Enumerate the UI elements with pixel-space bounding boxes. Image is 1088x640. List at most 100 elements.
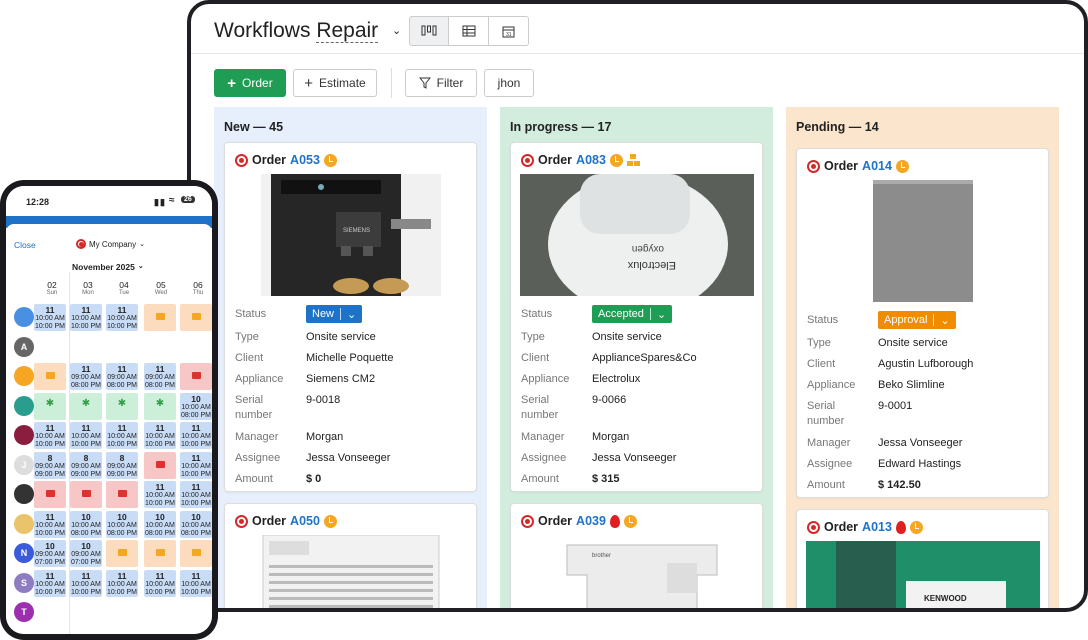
order-id-link[interactable]: A039 [576, 514, 606, 528]
shift-cell[interactable]: 11 10:00 AM 10:00 PM [180, 569, 212, 597]
order-id-link[interactable]: A083 [576, 153, 606, 167]
time-off-cell[interactable] [144, 540, 176, 567]
shift-cell[interactable]: 11 10:00 AM 10:00 PM [180, 451, 212, 479]
order-id-link[interactable]: A014 [862, 159, 892, 173]
order-id-link[interactable]: A053 [290, 153, 320, 167]
target-icon [807, 520, 820, 534]
user-avatar[interactable] [14, 307, 34, 327]
shift-cell[interactable]: 11 10:00 AM 10:00 PM [34, 304, 66, 331]
chevron-down-icon: ⌄ [137, 263, 144, 270]
shift-cell[interactable]: 11 10:00 AM 10:00 PM [144, 481, 176, 508]
user-filter-chip[interactable]: jhon [484, 69, 534, 97]
time-off-cell[interactable] [144, 304, 176, 331]
sick-leave-cell[interactable] [34, 481, 66, 508]
sick-leave-cell[interactable] [70, 481, 102, 508]
holiday-cell[interactable]: ✱ [144, 392, 176, 420]
add-estimate-button[interactable]: + Estimate [293, 69, 377, 97]
serial-label-2: number [807, 415, 845, 427]
close-button[interactable]: Close [14, 240, 36, 250]
time-off-cell[interactable] [180, 304, 212, 331]
order-card[interactable]: Order A050 [224, 503, 477, 608]
shift-cell[interactable]: 10 10:00 AM 08:00 PM [180, 392, 212, 420]
shift-cell[interactable]: 8 09:00 AM 09:00 PM [106, 451, 138, 479]
shift-cell[interactable]: 10 09:00 AM 07:00 PM [34, 540, 66, 567]
user-avatar[interactable]: A [14, 336, 34, 357]
order-id-link[interactable]: A013 [862, 520, 892, 534]
month-selector[interactable]: November 2025 ⌄ [72, 262, 144, 272]
user-avatar[interactable] [14, 484, 34, 504]
time-off-cell[interactable] [106, 540, 138, 567]
board-selector[interactable]: Repair [316, 19, 379, 43]
shift-cell[interactable]: 11 10:00 AM 10:00 PM [144, 569, 176, 597]
shift-cell[interactable]: 11 10:00 AM 10:00 PM [106, 569, 138, 597]
order-card[interactable]: Order A013 KENWOOD [796, 509, 1049, 608]
sick-leave-cell[interactable] [144, 451, 176, 479]
medical-kit-icon [45, 490, 55, 497]
filter-button[interactable]: Filter [405, 69, 477, 97]
order-card[interactable]: Order A083 oxygen Electrolux Status Acce… [510, 142, 763, 492]
shift-cell[interactable]: 10 10:00 AM 08:00 PM [106, 510, 138, 538]
page-title[interactable]: Workflows Repair ⌄ [214, 19, 401, 43]
user-avatar[interactable] [14, 395, 34, 416]
user-avatar[interactable]: T [14, 602, 34, 622]
shift-cell[interactable]: 10 10:00 AM 08:00 PM [144, 510, 176, 538]
time-off-cell[interactable] [180, 540, 212, 567]
shift-cell[interactable]: 8 09:00 AM 09:00 PM [70, 451, 102, 479]
suitcase-icon [45, 372, 55, 379]
shift-cell[interactable]: 11 09:00 AM 08:00 PM [144, 363, 176, 390]
company-selector[interactable]: My Company ⌄ [76, 239, 145, 249]
product-brand-text: KENWOOD [924, 594, 967, 603]
shift-cell[interactable]: 10 10:00 AM 08:00 PM [70, 510, 102, 538]
shift-cell[interactable]: 11 10:00 AM 10:00 PM [70, 569, 102, 597]
shift-cell[interactable]: 11 10:00 AM 10:00 PM [70, 304, 102, 331]
shift-cell[interactable]: 11 10:00 AM 10:00 PM [34, 510, 66, 538]
shift-cell[interactable]: 10 09:00 AM 07:00 PM [70, 540, 102, 567]
schedule-sheet: Close My Company ⌄ November 2025 ⌄ 02 Sun… [6, 224, 212, 634]
holiday-cell[interactable]: ✱ [34, 392, 66, 420]
shift-cell[interactable]: 11 09:00 AM 08:00 PM [106, 363, 138, 390]
manager-value: Morgan [592, 431, 630, 443]
appliance-image [873, 180, 973, 302]
user-avatar[interactable]: N [14, 543, 34, 563]
user-avatar[interactable] [14, 425, 34, 445]
shift-cell[interactable]: 11 10:00 AM 10:00 PM [34, 422, 66, 449]
sick-leave-cell[interactable] [180, 363, 212, 390]
time-off-cell[interactable] [34, 363, 66, 390]
holiday-cell[interactable]: ✱ [106, 392, 138, 420]
palm-tree-icon: ✱ [117, 397, 127, 409]
status-dropdown[interactable]: Accepted ⌄ [592, 305, 673, 323]
shift-cell[interactable]: 11 10:00 AM 10:00 PM [106, 422, 138, 449]
type-value: Onsite service [592, 331, 662, 343]
chevron-down-icon[interactable]: ⌄ [392, 25, 401, 37]
order-card[interactable]: Order A053 SIEMENS Status New ⌄ Type Ons… [224, 142, 477, 492]
order-word: Order [538, 514, 573, 528]
shift-cell[interactable]: 11 10:00 AM 10:00 PM [106, 304, 138, 331]
assignee-value: Jessa Vonseeger [592, 452, 677, 464]
shift-cell[interactable]: 11 10:00 AM 10:00 PM [180, 481, 212, 508]
shift-cell[interactable]: 11 09:00 AM 08:00 PM [70, 363, 102, 390]
holiday-cell[interactable]: ✱ [70, 392, 102, 420]
status-dropdown[interactable]: New ⌄ [306, 305, 363, 323]
company-logo-icon [76, 239, 86, 249]
calendar-view-icon[interactable]: 31 [489, 16, 529, 46]
shift-cell[interactable]: 11 10:00 AM 10:00 PM [70, 422, 102, 449]
shift-cell[interactable]: 11 10:00 AM 10:00 PM [180, 422, 212, 449]
board-view-icon[interactable] [409, 16, 449, 46]
shift-cell[interactable]: 10 10:00 AM 08:00 PM [180, 510, 212, 538]
type-value: Onsite service [878, 337, 948, 349]
user-avatar[interactable]: S [14, 572, 34, 593]
add-order-button[interactable]: + Order [214, 69, 286, 97]
status-dropdown[interactable]: Approval ⌄ [878, 311, 956, 329]
order-id-link[interactable]: A050 [290, 514, 320, 528]
shift-cell[interactable]: 11 10:00 AM 10:00 PM [144, 422, 176, 449]
shift-cell[interactable]: 11 10:00 AM 10:00 PM [34, 569, 66, 597]
clock-icon [909, 520, 923, 534]
user-avatar[interactable] [14, 366, 34, 386]
sick-leave-cell[interactable] [106, 481, 138, 508]
shift-cell[interactable]: 8 09:00 AM 09:00 PM [34, 451, 66, 479]
table-view-icon[interactable] [449, 16, 489, 46]
order-card[interactable]: Order A014 Status Approval ⌄ Type Onsite … [796, 148, 1049, 498]
user-avatar[interactable] [14, 513, 34, 534]
order-card[interactable]: Order A039 brother [510, 503, 763, 608]
user-avatar[interactable]: J [14, 454, 34, 475]
